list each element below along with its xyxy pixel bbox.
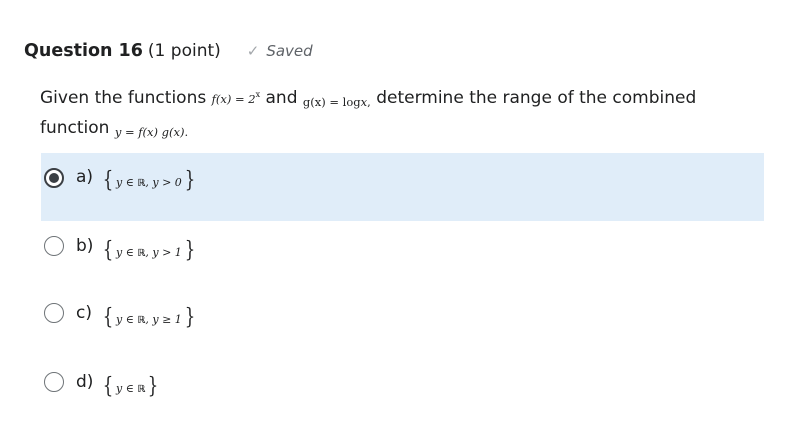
- answer-option-a[interactable]: a) { y ∈ ℝ, y > 0 }: [41, 153, 764, 221]
- stem-text-2: determine the range of the combined: [376, 88, 697, 108]
- saved-status: ✓ Saved: [247, 42, 313, 60]
- option-letter: c): [76, 303, 92, 323]
- question-stem: Given the functions f(x) = 2x and g(x) =…: [40, 80, 760, 144]
- math-combined-function: y = f(x) g(x).: [114, 125, 189, 139]
- option-set-notation: { y ∈ ℝ, y > 0 }: [102, 168, 196, 193]
- radio-unchecked-icon[interactable]: [44, 372, 64, 392]
- question-header: Question 16 (1 point) ✓ Saved: [24, 41, 313, 61]
- option-letter: a): [76, 167, 94, 187]
- option-set-notation: { y ∈ ℝ, y ≥ 1 }: [102, 305, 196, 330]
- answer-option-d[interactable]: d) { y ∈ ℝ }: [41, 357, 764, 425]
- option-letter: b): [76, 236, 94, 256]
- option-letter: d): [76, 372, 94, 392]
- stem-and: and: [265, 88, 298, 108]
- math-g-definition: g(x) = logx,: [302, 95, 371, 109]
- checkmark-icon: ✓: [246, 42, 260, 60]
- radio-checked-icon[interactable]: [44, 168, 64, 188]
- saved-label: Saved: [266, 42, 313, 60]
- stem-text-1: Given the functions: [40, 88, 207, 108]
- option-set-notation: { y ∈ ℝ, y > 1 }: [102, 238, 196, 263]
- radio-unchecked-icon[interactable]: [44, 236, 64, 256]
- option-set-notation: { y ∈ ℝ }: [102, 374, 159, 399]
- math-f-definition: f(x) = 2x: [211, 90, 261, 106]
- question-points: (1 point): [147, 41, 221, 61]
- stem-text-3: function: [40, 118, 110, 138]
- question-title: Question 16: [24, 41, 143, 61]
- answer-option-c[interactable]: c) { y ∈ ℝ, y ≥ 1 }: [41, 289, 764, 357]
- answer-option-b[interactable]: b) { y ∈ ℝ, y > 1 }: [41, 221, 764, 289]
- radio-unchecked-icon[interactable]: [44, 303, 64, 323]
